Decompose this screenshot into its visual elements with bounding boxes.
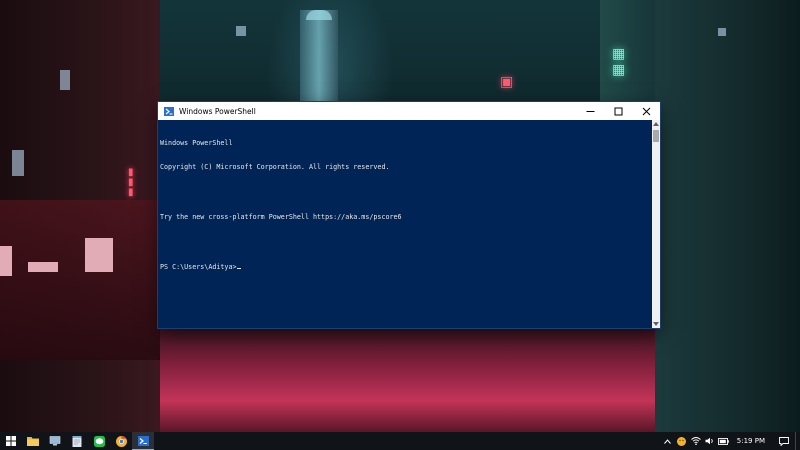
network-button[interactable] xyxy=(689,432,703,450)
battery-button[interactable] xyxy=(717,432,731,450)
taskbar-line[interactable] xyxy=(88,432,110,450)
vertical-scrollbar[interactable] xyxy=(652,120,660,328)
file-explorer-icon xyxy=(27,437,39,446)
chrome-icon xyxy=(115,435,127,447)
wallpaper-building-right xyxy=(655,0,800,432)
volume-icon xyxy=(705,437,713,445)
scroll-down-button[interactable] xyxy=(652,320,660,328)
taskbar-file-explorer[interactable] xyxy=(22,432,44,450)
scrollbar-thumb[interactable] xyxy=(653,130,659,142)
wallpaper-neon-sign xyxy=(85,238,113,272)
text-cursor xyxy=(236,268,241,270)
wallpaper-window-light xyxy=(60,70,70,90)
notification-icon xyxy=(779,436,789,446)
taskbar-notepad[interactable] xyxy=(66,432,88,450)
console-line: Copyright (C) Microsoft Corporation. All… xyxy=(160,163,390,172)
powershell-icon xyxy=(137,435,149,446)
console-prompt: PS C:\Users\Aditya> xyxy=(160,263,237,272)
console-line: Try the new cross-platform PowerShell ht… xyxy=(160,213,402,222)
taskbar-powershell[interactable] xyxy=(132,432,154,450)
window-titlebar[interactable]: Windows PowerShell xyxy=(158,102,660,120)
volume-button[interactable] xyxy=(703,432,717,450)
powershell-icon xyxy=(164,106,174,116)
taskbar-clock[interactable]: 5:19 PM xyxy=(731,437,773,445)
wallpaper-window-light xyxy=(12,150,24,176)
windows-start-icon xyxy=(6,436,16,446)
scroll-up-button[interactable] xyxy=(652,120,660,128)
console-output[interactable]: Windows PowerShell Copyright (C) Microso… xyxy=(158,120,652,328)
chevron-up-icon xyxy=(664,438,672,444)
wallpaper-tower-top xyxy=(306,10,332,20)
start-button[interactable] xyxy=(0,432,22,450)
show-desktop-button[interactable] xyxy=(795,432,800,450)
scroll-up-arrow-icon xyxy=(653,122,659,126)
notepad-icon xyxy=(72,435,82,447)
wallpaper-storefronts xyxy=(0,200,160,360)
tray-app-button[interactable] xyxy=(675,432,689,450)
console-prompt-line[interactable]: PS C:\Users\Aditya> xyxy=(160,263,652,271)
system-tray: 5:19 PM xyxy=(661,432,800,450)
taskbar: 5:19 PM xyxy=(0,432,800,450)
wallpaper-tower xyxy=(300,10,338,102)
close-icon xyxy=(642,107,650,115)
line-messenger-icon xyxy=(93,435,105,447)
wallpaper-neon-green-glyphs: ▦ ▦ xyxy=(612,46,626,78)
wallpaper-window-light xyxy=(236,26,246,36)
maximize-button[interactable] xyxy=(604,102,632,120)
wallpaper-window-light xyxy=(718,28,726,36)
scroll-down-arrow-icon xyxy=(653,322,659,326)
battery-icon xyxy=(718,437,730,445)
computer-icon xyxy=(49,436,61,446)
window-title: Windows PowerShell xyxy=(179,106,256,116)
console-line: Windows PowerShell xyxy=(160,138,233,147)
maximize-icon xyxy=(614,107,622,115)
wallpaper-neon-sign xyxy=(0,246,12,276)
taskbar-this-pc[interactable] xyxy=(44,432,66,450)
taskbar-chrome[interactable] xyxy=(110,432,132,450)
wallpaper-neon-glyph: ▣ xyxy=(500,74,514,90)
minimize-icon xyxy=(586,110,594,112)
minimize-button[interactable] xyxy=(576,102,604,120)
powershell-window[interactable]: Windows PowerShell Windows PowerShell Co… xyxy=(158,102,660,328)
emoji-app-icon xyxy=(677,436,687,446)
network-icon xyxy=(690,437,701,445)
wallpaper-street xyxy=(160,328,655,432)
action-center-button[interactable] xyxy=(773,432,795,450)
wallpaper-neon-sign xyxy=(28,262,58,272)
wallpaper-neon-glyphs: ▮ ▮ ▮ xyxy=(128,167,134,198)
close-button[interactable] xyxy=(632,102,660,120)
show-hidden-icons-button[interactable] xyxy=(661,432,675,450)
